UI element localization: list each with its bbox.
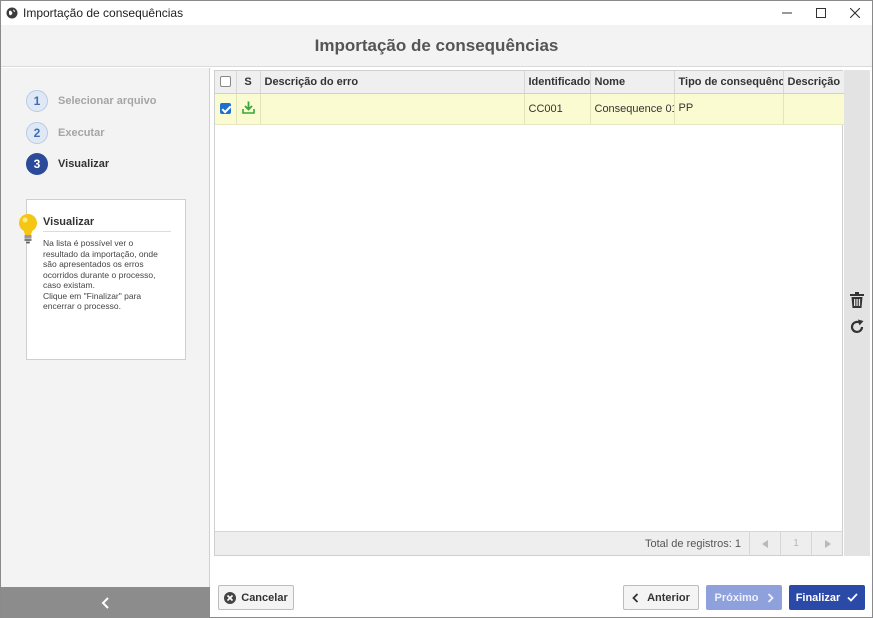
wizard-step-1[interactable]: 1 Selecionar arquivo bbox=[26, 90, 156, 112]
select-all-column[interactable] bbox=[215, 71, 237, 94]
maximize-button[interactable] bbox=[804, 1, 838, 25]
wizard-step-2[interactable]: 2 Executar bbox=[26, 122, 104, 144]
description-cell bbox=[783, 93, 845, 125]
lightbulb-icon bbox=[19, 214, 37, 244]
maximize-icon bbox=[816, 8, 826, 18]
collapse-sidebar-button[interactable] bbox=[1, 587, 210, 618]
next-label: Próximo bbox=[714, 591, 759, 604]
select-all-checkbox[interactable] bbox=[219, 76, 231, 88]
column-header-status[interactable]: S bbox=[236, 71, 261, 94]
error-description-cell bbox=[260, 93, 525, 125]
row-checkbox[interactable] bbox=[219, 103, 231, 115]
refresh-icon bbox=[850, 319, 864, 333]
next-page-button[interactable] bbox=[811, 531, 842, 556]
minimize-icon bbox=[782, 12, 792, 14]
column-header-error-description[interactable]: Descrição do erro bbox=[260, 71, 525, 94]
finish-label: Finalizar bbox=[795, 591, 841, 604]
chevron-left-icon bbox=[632, 592, 639, 603]
triangle-left-icon bbox=[761, 539, 768, 548]
tip-line: Na lista é possível ver o bbox=[43, 238, 134, 248]
tip-line: ocorridos durante o processo, bbox=[43, 269, 156, 280]
checkmark-icon bbox=[847, 593, 858, 602]
column-header-identifier[interactable]: Identificador bbox=[524, 71, 591, 94]
window-title: Importação de consequências bbox=[23, 6, 184, 20]
type-cell: PP bbox=[674, 93, 784, 125]
tip-line: encerrar o processo. bbox=[43, 301, 121, 311]
grid-footer: Total de registros: 1 1 bbox=[215, 531, 842, 556]
tip-title: Visualizar bbox=[43, 216, 95, 228]
download-success-icon bbox=[241, 101, 255, 114]
results-grid: S Descrição do erro Identificador Nome T… bbox=[214, 70, 845, 556]
prev-page-button[interactable] bbox=[749, 531, 780, 556]
minimize-button[interactable] bbox=[770, 1, 804, 25]
total-records-label: Total de registros: 1 bbox=[645, 537, 741, 550]
name-cell: Consequence 01 bbox=[590, 93, 675, 125]
tip-text: Na lista é possível ver o resultado da i… bbox=[43, 238, 179, 312]
chevron-left-icon bbox=[101, 596, 109, 609]
table-header-row: S Descrição do erro Identificador Nome T… bbox=[215, 71, 845, 94]
next-button[interactable]: Próximo bbox=[706, 585, 782, 610]
close-window-button[interactable] bbox=[838, 1, 872, 25]
help-tip-box: Visualizar Na lista é possível ver o res… bbox=[26, 199, 186, 360]
results-table: S Descrição do erro Identificador Nome T… bbox=[215, 71, 845, 125]
title-bar: Importação de consequências bbox=[1, 1, 872, 25]
tip-line: são apresentados os erros bbox=[43, 259, 144, 269]
chevron-right-icon bbox=[767, 592, 774, 603]
identifier-cell: CC001 bbox=[524, 93, 591, 125]
page-number: 1 bbox=[780, 531, 811, 556]
step-label: Selecionar arquivo bbox=[58, 95, 157, 107]
triangle-right-icon bbox=[824, 539, 831, 548]
app-globe-icon bbox=[6, 7, 18, 19]
previous-label: Anterior bbox=[647, 591, 690, 604]
tip-line: resultado da importação, onde bbox=[43, 248, 158, 259]
pagination: 1 bbox=[749, 531, 842, 556]
refresh-button[interactable] bbox=[848, 318, 866, 336]
row-select-cell[interactable] bbox=[215, 93, 237, 125]
dialog-header: Importação de consequências bbox=[1, 25, 872, 67]
column-header-description[interactable]: Descrição bbox=[783, 71, 845, 94]
column-header-type[interactable]: Tipo de consequência bbox=[674, 71, 784, 94]
table-row[interactable]: CC001 Consequence 01 PP bbox=[215, 93, 845, 125]
cancel-circle-icon bbox=[224, 591, 237, 604]
cancel-label: Cancelar bbox=[241, 591, 288, 604]
step-label: Visualizar bbox=[58, 158, 110, 170]
previous-button[interactable]: Anterior bbox=[623, 585, 699, 610]
page-title: Importação de consequências bbox=[314, 35, 559, 55]
column-header-name[interactable]: Nome bbox=[590, 71, 675, 94]
delete-button[interactable] bbox=[848, 291, 866, 309]
step-number: 3 bbox=[26, 153, 48, 175]
trash-icon bbox=[850, 292, 864, 308]
divider bbox=[43, 231, 171, 232]
step-number: 2 bbox=[26, 122, 48, 144]
cancel-button[interactable]: Cancelar bbox=[218, 585, 294, 610]
step-number: 1 bbox=[26, 90, 48, 112]
step-label: Executar bbox=[58, 127, 105, 139]
wizard-sidebar: 1 Selecionar arquivo 2 Executar 3 Visual… bbox=[1, 68, 210, 587]
status-cell bbox=[236, 93, 261, 125]
side-toolbar bbox=[844, 70, 870, 556]
import-window: Importação de consequências Importação d… bbox=[0, 0, 873, 618]
tip-line: caso existam. bbox=[43, 280, 95, 290]
close-icon bbox=[850, 8, 860, 18]
finish-button[interactable]: Finalizar bbox=[789, 585, 865, 610]
tip-line: Clique em "Finalizar" para bbox=[43, 290, 142, 301]
wizard-step-3[interactable]: 3 Visualizar bbox=[26, 153, 109, 175]
